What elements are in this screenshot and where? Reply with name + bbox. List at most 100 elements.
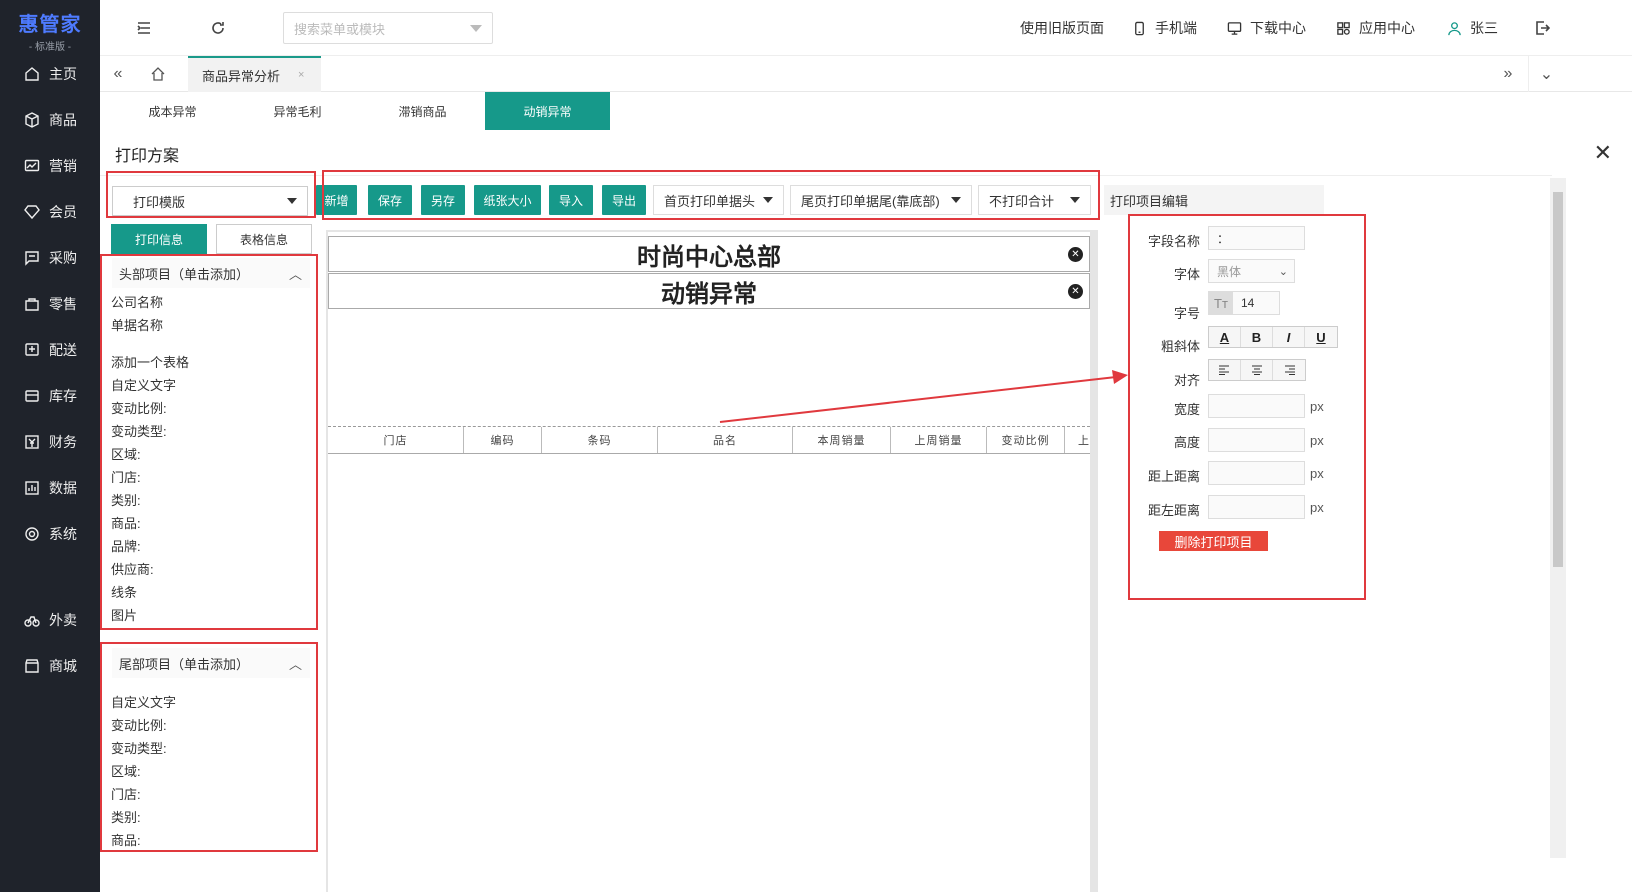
dropdown-label: 尾页打印单据尾(靠底部): [801, 193, 940, 209]
header-item[interactable]: 公司名称: [111, 292, 163, 311]
footer-item[interactable]: 变动比例:: [111, 715, 167, 734]
header-section-title[interactable]: 头部项目（单击添加） ︿: [112, 258, 310, 288]
tab-product-anomaly[interactable]: 商品异常分析 ×: [188, 56, 321, 92]
sidebar-item-home[interactable]: 主页: [0, 58, 100, 90]
text-color-button[interactable]: A: [1209, 327, 1241, 347]
align-left-icon[interactable]: [1209, 360, 1241, 380]
double-chevron-right-icon[interactable]: »: [1490, 56, 1526, 92]
sidebar-item-purchase[interactable]: 采购: [0, 242, 100, 274]
left-offset-input[interactable]: [1208, 495, 1305, 519]
total-print-dropdown[interactable]: 不打印合计: [978, 185, 1091, 215]
font-select[interactable]: 黑体 ⌄: [1208, 259, 1295, 283]
footer-item[interactable]: 商品:: [111, 830, 141, 849]
table-header-cell: 上周销量: [891, 427, 987, 453]
old-version-link[interactable]: 使用旧版页面: [1020, 18, 1104, 38]
home-tab-icon[interactable]: [140, 56, 176, 92]
last-page-footer-dropdown[interactable]: 尾页打印单据尾(靠底部): [790, 185, 972, 215]
height-label: 高度: [1173, 435, 1200, 450]
footer-item[interactable]: 区域:: [111, 761, 141, 780]
sidebar-item-marketing[interactable]: 营销: [0, 150, 100, 182]
search-input[interactable]: 搜索菜单或模块: [283, 12, 493, 44]
tab-table-info[interactable]: 表格信息: [216, 224, 312, 254]
top-offset-input[interactable]: [1208, 461, 1305, 485]
app-center-link[interactable]: 应用中心: [1336, 18, 1415, 38]
px-unit: px: [1310, 466, 1324, 481]
delete-print-item-button[interactable]: 删除打印项目: [1159, 531, 1268, 551]
bar-chart-icon: [24, 480, 40, 496]
header-item[interactable]: 添加一个表格: [111, 352, 189, 371]
export-button[interactable]: 导出: [602, 185, 646, 215]
chevron-down-icon[interactable]: ⌄: [1528, 56, 1564, 92]
align-center-icon[interactable]: [1241, 360, 1273, 380]
sidebar-item-goods[interactable]: 商品: [0, 104, 100, 136]
header-item[interactable]: 图片: [111, 605, 137, 624]
italic-button[interactable]: I: [1273, 327, 1305, 347]
sidebar: 惠管家 - 标准版 - 主页 商品 营销 会员 采购 零售 配送 库存 财务 数…: [0, 0, 100, 892]
align-toggle-group: [1208, 359, 1306, 381]
close-icon[interactable]: ✕: [1594, 140, 1612, 166]
sidebar-item-data[interactable]: 数据: [0, 472, 100, 504]
footer-item[interactable]: 类别:: [111, 807, 141, 826]
header-item[interactable]: 单据名称: [111, 315, 163, 334]
refresh-icon[interactable]: [208, 18, 228, 38]
user-icon: [1448, 21, 1461, 35]
paper-size-button[interactable]: 纸张大小: [474, 185, 541, 215]
header-item[interactable]: 类别:: [111, 490, 141, 509]
sidebar-item-takeout[interactable]: 外卖: [0, 604, 100, 636]
sidebar-item-mall[interactable]: 商城: [0, 650, 100, 682]
sidebar-item-system[interactable]: 系统: [0, 518, 100, 550]
close-icon[interactable]: ✕: [1068, 284, 1083, 299]
align-right-icon[interactable]: [1273, 360, 1305, 380]
subtab-sales-anomaly[interactable]: 动销异常: [485, 92, 610, 130]
menu-toggle-icon[interactable]: [134, 18, 154, 38]
user-menu[interactable]: 张三: [1447, 18, 1498, 38]
scrollbar-thumb[interactable]: [1553, 192, 1563, 567]
sidebar-item-inventory[interactable]: 库存: [0, 380, 100, 412]
sidebar-item-label: 商城: [49, 658, 77, 674]
tab-print-info[interactable]: 打印信息: [111, 224, 207, 254]
header-item[interactable]: 线条: [111, 582, 137, 601]
subtab-margin-anomaly[interactable]: 异常毛利: [235, 92, 360, 130]
footer-section-title[interactable]: 尾部项目（单击添加） ︿: [112, 648, 310, 678]
template-select[interactable]: 打印模版: [112, 186, 308, 216]
bold-button[interactable]: B: [1241, 327, 1273, 347]
canvas-document-name[interactable]: 动销异常 ✕: [328, 273, 1090, 309]
logout-icon[interactable]: [1532, 18, 1552, 38]
footer-item[interactable]: 变动类型:: [111, 738, 167, 757]
mobile-link[interactable]: 手机端: [1132, 18, 1197, 38]
height-input[interactable]: [1208, 428, 1305, 452]
save-button[interactable]: 保存: [368, 185, 412, 215]
header-item[interactable]: 区域:: [111, 444, 141, 463]
canvas-company-name[interactable]: 时尚中心总部 ✕: [328, 236, 1090, 272]
close-icon[interactable]: ×: [298, 69, 304, 81]
close-icon[interactable]: ✕: [1068, 247, 1083, 262]
dropdown-label: 不打印合计: [989, 193, 1055, 209]
footer-item[interactable]: 门店:: [111, 784, 141, 803]
double-chevron-left-icon[interactable]: «: [100, 56, 136, 92]
subtab-cost-anomaly[interactable]: 成本异常: [110, 92, 235, 130]
save-as-button[interactable]: 另存: [421, 185, 465, 215]
header-item[interactable]: 商品:: [111, 513, 141, 532]
header-item[interactable]: 自定义文字: [111, 375, 176, 394]
header-item[interactable]: 变动比例:: [111, 398, 167, 417]
subtab-slow-moving[interactable]: 滞销商品: [360, 92, 485, 130]
download-center-link[interactable]: 下载中心: [1227, 18, 1306, 38]
import-button[interactable]: 导入: [549, 185, 593, 215]
header-item[interactable]: 供应商:: [111, 559, 154, 578]
sidebar-item-retail[interactable]: 零售: [0, 288, 100, 320]
canvas-table[interactable]: 门店 编码 条码 品名 本周销量 上周销量 变动比例 上: [328, 426, 1090, 454]
font-size-input[interactable]: Tт 14: [1208, 291, 1280, 315]
footer-item[interactable]: 自定义文字: [111, 692, 176, 711]
new-button[interactable]: 新增: [316, 185, 357, 215]
header-item[interactable]: 变动类型:: [111, 421, 167, 440]
first-page-header-dropdown[interactable]: 首页打印单据头: [653, 185, 784, 215]
width-input[interactable]: [1208, 394, 1305, 418]
header-item[interactable]: 品牌:: [111, 536, 141, 555]
header-item[interactable]: 门店:: [111, 467, 141, 486]
sidebar-item-label: 营销: [49, 158, 77, 174]
underline-button[interactable]: U: [1305, 327, 1337, 347]
sidebar-item-delivery[interactable]: 配送: [0, 334, 100, 366]
sidebar-item-finance[interactable]: 财务: [0, 426, 100, 458]
field-name-input[interactable]: ：: [1208, 226, 1305, 250]
sidebar-item-member[interactable]: 会员: [0, 196, 100, 228]
